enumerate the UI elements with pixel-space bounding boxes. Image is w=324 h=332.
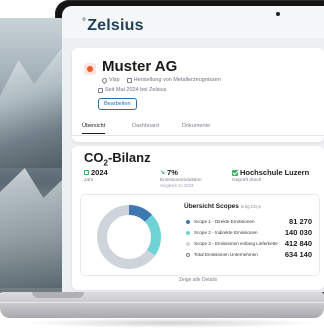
camera-dot [276, 12, 280, 16]
company-meta: Visp Herstellung von Metallerzeugnissen [100, 76, 221, 84]
checkbox-check-icon [232, 169, 238, 176]
co2-bilanz-card: CO2-Bilanz 2024 Jahr ↘ 7% Emissionsredukt… [72, 146, 324, 290]
background-mountain-image [0, 18, 62, 293]
bilanz-title: CO2-Bilanz [84, 150, 151, 168]
tab-bar: Übersicht Dashboard Dokumente [72, 121, 324, 136]
tab-uebersicht[interactable]: Übersicht [82, 123, 106, 134]
scope-row-2: Scope 2 - Indirekte Emissionen 140 030 [186, 228, 314, 238]
scopes-donut-chart [97, 205, 161, 269]
scopes-title: Übersicht Scopes in kg CO₂e [184, 203, 261, 210]
scope-2-legend-dot [186, 231, 190, 235]
company-industry: Herstellung von Metallerzeugnissen [133, 77, 221, 83]
laptop-base [0, 292, 324, 318]
company-since: Seit Mai 2024 bei Zelsius [105, 87, 167, 93]
kpi-reduction: ↘ 7% Emissionsreduktion Vergleich zu 2023 [160, 168, 202, 188]
laptop-shadow [20, 318, 320, 328]
scope-3-legend-dot [186, 242, 190, 246]
scope-row-total: Total Emissionen Unternehmen 634 140 [186, 250, 314, 260]
company-icon [84, 63, 96, 75]
top-bar: °Zelsius [62, 6, 324, 38]
company-name: Muster AG [102, 58, 178, 75]
calendar-icon [98, 87, 103, 93]
scope-row-3: Scope 3 - Emissionen entlang Lieferkette… [186, 239, 314, 249]
calendar-icon [84, 170, 89, 175]
building-icon [126, 77, 132, 83]
scope-row-1: Scope 1 - Direkte Emissionen 81 270 [186, 217, 314, 227]
laptop-screen: °Zelsius Muster AG Visp Herstellung von … [62, 6, 324, 292]
kpi-auditor: Hochschule Luzern Geprüft durch [232, 168, 310, 183]
total-legend-dot [186, 253, 190, 257]
company-card: Muster AG Visp Herstellung von Metallerz… [72, 48, 324, 142]
scopes-panel: Übersicht Scopes in kg CO₂e Scope 1 - Di… [80, 194, 320, 276]
tab-dashboard[interactable]: Dashboard [132, 123, 159, 129]
zelsius-logo[interactable]: °Zelsius [82, 17, 144, 35]
scope-1-legend-dot [186, 220, 190, 224]
edit-button[interactable]: Bearbeiten [98, 98, 137, 110]
show-all-details-link[interactable]: Zeige alle Details [72, 277, 324, 283]
company-since-row: Seit Mai 2024 bei Zelsius [98, 87, 166, 93]
trend-down-icon: ↘ [160, 170, 166, 176]
location-pin-icon [100, 76, 109, 84]
company-location: Visp [109, 77, 120, 83]
kpi-year: 2024 Jahr [84, 168, 108, 183]
tab-dokumente[interactable]: Dokumente [182, 123, 210, 129]
